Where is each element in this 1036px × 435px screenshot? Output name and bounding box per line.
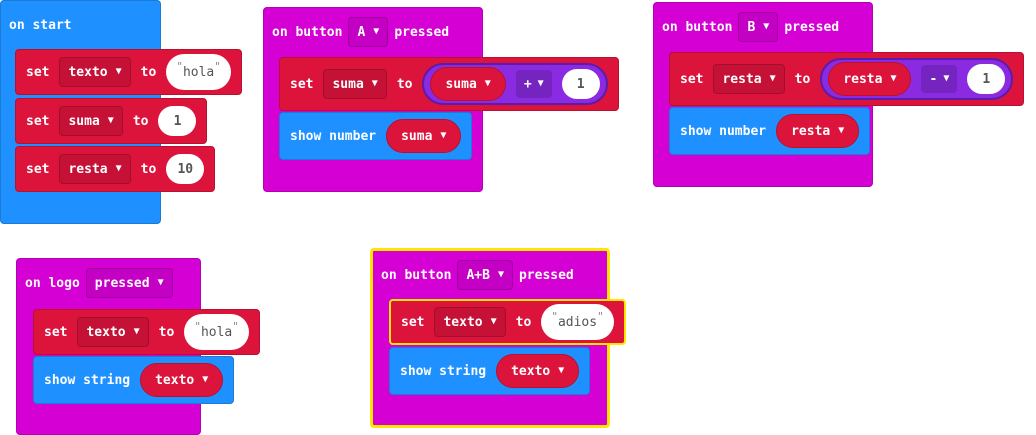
set-texto-block[interactable]: set texto ▼ to " hola " bbox=[15, 49, 242, 95]
show-string-block[interactable]: show string texto ▼ bbox=[33, 356, 235, 404]
on-logo-block[interactable]: on logo pressed ▼ set texto ▼ to " hola " sh… bbox=[16, 258, 260, 435]
caret-down-icon: ▼ bbox=[115, 163, 122, 174]
show-string-block[interactable]: show string texto ▼ bbox=[389, 347, 591, 395]
set-label: set bbox=[290, 76, 314, 92]
hat-title: on button A ▼ pressed bbox=[272, 8, 449, 56]
caret-down-icon: ▼ bbox=[373, 26, 380, 37]
set-label: set bbox=[680, 71, 704, 87]
variable-dropdown[interactable]: suma ▼ bbox=[323, 69, 387, 99]
set-label: set bbox=[26, 161, 50, 177]
show-number-label: show number bbox=[290, 128, 377, 144]
number-value-input[interactable]: 1 bbox=[967, 64, 1006, 94]
variable-dropdown[interactable]: texto ▼ bbox=[77, 317, 149, 347]
variable-dropdown[interactable]: resta ▼ bbox=[59, 154, 131, 184]
number-value-input[interactable]: 10 bbox=[166, 154, 205, 184]
variable-reporter[interactable]: texto ▼ bbox=[496, 354, 580, 388]
to-label: to bbox=[158, 324, 175, 340]
on-button-b-block[interactable]: on button B ▼ pressed set resta ▼ to resta… bbox=[653, 2, 1025, 187]
to-label: to bbox=[140, 161, 157, 177]
on-button-a-block[interactable]: on button A ▼ pressed set suma ▼ to suma ▼ … bbox=[263, 7, 619, 192]
caret-down-icon: ▼ bbox=[537, 78, 544, 89]
to-label: to bbox=[794, 71, 811, 87]
variable-dropdown[interactable]: texto ▼ bbox=[434, 307, 506, 337]
variable-dropdown[interactable]: suma ▼ bbox=[59, 106, 123, 136]
to-label: to bbox=[140, 64, 157, 80]
caret-down-icon: ▼ bbox=[838, 125, 845, 136]
set-suma-block[interactable]: set suma ▼ to suma ▼ + ▼ 1 bbox=[279, 57, 619, 111]
caret-down-icon: ▼ bbox=[490, 316, 497, 327]
button-dropdown[interactable]: A+B ▼ bbox=[457, 260, 513, 290]
variable-reporter[interactable]: resta ▼ bbox=[776, 114, 860, 148]
caret-down-icon: ▼ bbox=[763, 21, 770, 32]
variable-reporter[interactable]: resta ▼ bbox=[828, 62, 912, 96]
math-operation-block[interactable]: suma ▼ + ▼ 1 bbox=[422, 63, 608, 105]
caret-down-icon: ▼ bbox=[769, 73, 776, 84]
on-button-ab-block[interactable]: on button A+B ▼ pressed set texto ▼ to " ad… bbox=[370, 248, 626, 428]
math-operation-block[interactable]: resta ▼ - ▼ 1 bbox=[820, 58, 1014, 100]
show-string-label: show string bbox=[400, 363, 487, 379]
caret-down-icon: ▼ bbox=[890, 73, 897, 84]
variable-dropdown[interactable]: resta ▼ bbox=[713, 64, 785, 94]
show-number-block[interactable]: show number suma ▼ bbox=[279, 112, 473, 160]
variable-reporter[interactable]: texto ▼ bbox=[140, 363, 224, 397]
caret-down-icon: ▼ bbox=[497, 269, 504, 280]
set-label: set bbox=[44, 324, 68, 340]
button-dropdown[interactable]: B ▼ bbox=[738, 12, 779, 42]
caret-down-icon: ▼ bbox=[484, 78, 491, 89]
operator-dropdown[interactable]: + ▼ bbox=[515, 70, 552, 98]
to-label: to bbox=[132, 113, 149, 129]
number-value-input[interactable]: 1 bbox=[158, 106, 197, 136]
caret-down-icon: ▼ bbox=[133, 326, 140, 337]
caret-down-icon: ▼ bbox=[943, 73, 950, 84]
caret-down-icon: ▼ bbox=[157, 277, 164, 288]
on-start-label: on start bbox=[9, 17, 72, 33]
gesture-dropdown[interactable]: pressed ▼ bbox=[85, 268, 173, 298]
string-value-input[interactable]: " hola " bbox=[184, 314, 249, 350]
set-resta-block[interactable]: set resta ▼ to 10 bbox=[15, 146, 216, 192]
show-number-label: show number bbox=[680, 123, 767, 139]
caret-down-icon: ▼ bbox=[202, 374, 209, 385]
set-label: set bbox=[26, 113, 50, 129]
on-start-title: on start bbox=[9, 1, 72, 49]
set-label: set bbox=[26, 64, 50, 80]
set-texto-block[interactable]: set texto ▼ to " adios " bbox=[389, 299, 626, 345]
to-label: to bbox=[515, 314, 532, 330]
hat-title: on logo pressed ▼ bbox=[25, 259, 173, 307]
caret-down-icon: ▼ bbox=[115, 66, 122, 77]
show-number-block[interactable]: show number resta ▼ bbox=[669, 107, 871, 155]
string-value-input[interactable]: " adios " bbox=[541, 304, 614, 340]
set-texto-block[interactable]: set texto ▼ to " hola " bbox=[33, 309, 260, 355]
to-label: to bbox=[396, 76, 413, 92]
variable-reporter[interactable]: suma ▼ bbox=[386, 119, 462, 153]
show-string-label: show string bbox=[44, 372, 131, 388]
variable-dropdown[interactable]: texto ▼ bbox=[59, 57, 131, 87]
number-value-input[interactable]: 1 bbox=[561, 69, 600, 99]
hat-title: on button A+B ▼ pressed bbox=[381, 251, 574, 299]
caret-down-icon: ▼ bbox=[558, 365, 565, 376]
hat-title: on button B ▼ pressed bbox=[662, 3, 839, 51]
set-suma-block[interactable]: set suma ▼ to 1 bbox=[15, 98, 208, 144]
string-value-input[interactable]: " hola " bbox=[166, 54, 231, 90]
caret-down-icon: ▼ bbox=[107, 115, 114, 126]
caret-down-icon: ▼ bbox=[371, 78, 378, 89]
button-dropdown[interactable]: A ▼ bbox=[348, 17, 389, 47]
caret-down-icon: ▼ bbox=[440, 130, 447, 141]
on-start-block[interactable]: on start set texto ▼ to " hola " set suma ▼ … bbox=[0, 0, 242, 224]
set-resta-block[interactable]: set resta ▼ to resta ▼ - ▼ 1 bbox=[669, 52, 1025, 106]
operator-dropdown[interactable]: - ▼ bbox=[921, 65, 958, 93]
variable-reporter[interactable]: suma ▼ bbox=[430, 67, 506, 101]
set-label: set bbox=[401, 314, 425, 330]
